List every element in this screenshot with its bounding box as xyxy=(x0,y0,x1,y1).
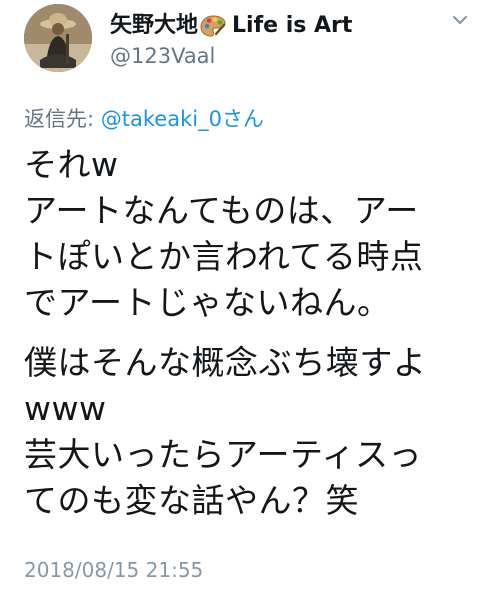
tweet-line: www xyxy=(24,389,107,428)
artist-palette-icon xyxy=(200,14,226,38)
tweet-line: トぽいとか言われてる時点 xyxy=(24,237,424,276)
tweet-line: 僕はそんな概念ぶち壊すよ xyxy=(24,343,427,382)
avatar[interactable] xyxy=(24,4,92,72)
user-names: 矢野大地 Life is Art @123Vaal xyxy=(110,12,352,70)
reply-context: 返信先: @takeaki_0さん xyxy=(24,104,264,134)
display-name[interactable]: 矢野大地 Life is Art xyxy=(110,12,352,40)
tweet-line: アートなんてものは、アー xyxy=(24,191,419,230)
avatar-photo-icon xyxy=(24,4,92,72)
tweet-line: てのも変な話やん？笑 xyxy=(24,481,359,520)
tweet-card: 矢野大地 Life is Art @123Vaal 返信先: @takeaki_… xyxy=(0,0,480,600)
display-name-text: 矢野大地 xyxy=(110,13,199,38)
chevron-down-icon[interactable] xyxy=(450,10,470,30)
display-name-suffix: Life is Art xyxy=(232,13,353,38)
tweet-line: でアートじゃないねん。 xyxy=(24,283,391,322)
tweet-timestamp[interactable]: 2018/08/15 21:55 xyxy=(24,556,203,584)
tweet-line: それw xyxy=(24,145,119,184)
user-handle[interactable]: @123Vaal xyxy=(110,42,352,70)
reply-mention-link[interactable]: @takeaki_0さん xyxy=(101,107,264,131)
tweet-text: それw アートなんてものは、アー トぽいとか言われてる時点 でアートじゃないねん… xyxy=(24,142,464,524)
tweet-header: 矢野大地 Life is Art @123Vaal xyxy=(24,4,352,72)
reply-prefix: 返信先: xyxy=(24,107,101,131)
tweet-line: 芸大いったらアーティスっ xyxy=(24,435,423,474)
